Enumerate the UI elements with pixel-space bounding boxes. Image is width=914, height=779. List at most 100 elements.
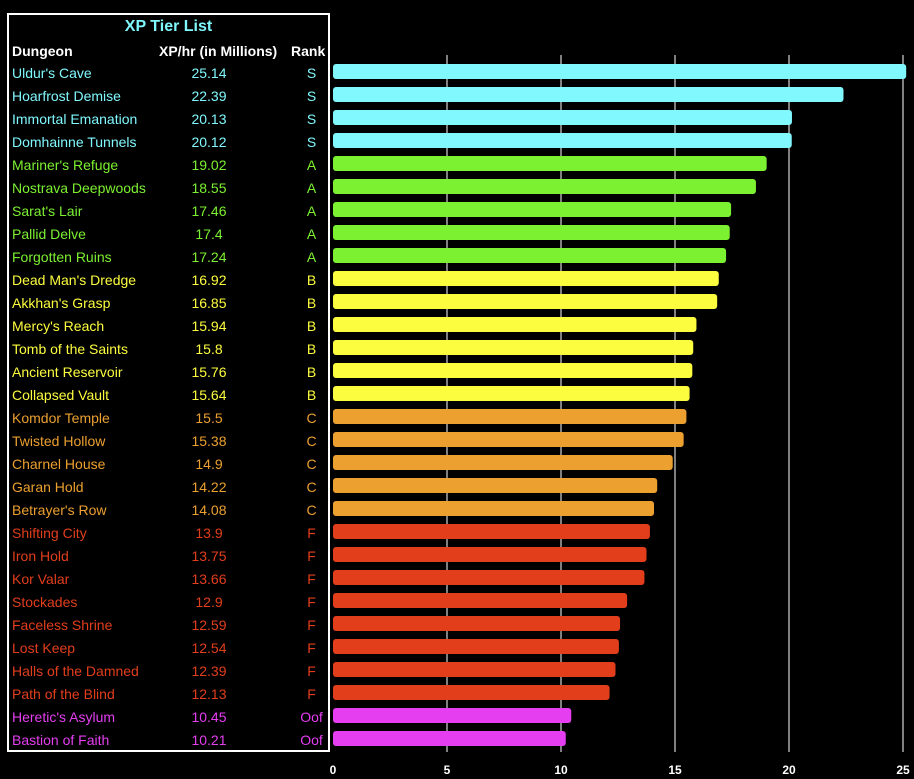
dungeon-name: Domhainne Tunnels — [12, 134, 137, 150]
bar — [333, 386, 690, 401]
rank-label: Oof — [300, 709, 323, 725]
table-row: Forgotten Ruins 17.24 A — [9, 247, 328, 270]
dungeon-name: Mariner's Refuge — [12, 157, 119, 173]
bar — [333, 87, 844, 102]
tier-table: XP Tier List Dungeon XP/hr (in Millions)… — [7, 13, 330, 752]
table-row: Stockades 12.9 F — [9, 592, 328, 615]
rank-label: B — [306, 364, 317, 380]
bar — [333, 156, 767, 171]
xp-value: 16.92 — [191, 272, 227, 288]
x-tick-label: 5 — [444, 763, 451, 777]
rank-label: F — [307, 548, 316, 564]
dungeon-name: Pallid Delve — [12, 226, 86, 242]
xp-value: 14.9 — [195, 456, 223, 472]
table-row: Hoarfrost Demise 22.39 S — [9, 86, 328, 109]
dungeon-name: Heretic's Asylum — [12, 709, 116, 725]
bar — [333, 432, 684, 447]
bar — [333, 455, 673, 470]
xp-value: 15.38 — [191, 433, 227, 449]
rank-label: C — [306, 502, 317, 518]
rank-label: C — [306, 456, 317, 472]
rank-label: F — [307, 640, 316, 656]
xp-value: 15.5 — [195, 410, 223, 426]
dungeon-name: Bastion of Faith — [12, 732, 110, 748]
bar — [333, 593, 628, 608]
dungeon-name: Faceless Shrine — [12, 617, 113, 633]
xp-value: 15.64 — [191, 387, 227, 403]
table-row: Kor Valar 13.66 F — [9, 569, 328, 592]
table-row: Sarat's Lair 17.46 A — [9, 201, 328, 224]
dungeon-name: Uldur's Cave — [12, 65, 92, 81]
rank-label: F — [307, 663, 316, 679]
bar — [333, 225, 730, 240]
table-row: Bastion of Faith 10.21 Oof — [9, 730, 328, 753]
xp-value: 17.4 — [195, 226, 223, 242]
table-row: Iron Hold 13.75 F — [9, 546, 328, 569]
rank-label: A — [306, 249, 317, 265]
table-row: Mariner's Refuge 19.02 A — [9, 155, 328, 178]
table-row: Halls of the Damned 12.39 F — [9, 661, 328, 684]
bar — [333, 248, 727, 263]
dungeon-name: Tomb of the Saints — [12, 341, 128, 357]
dungeon-name: Nostrava Deepwoods — [12, 180, 146, 196]
xp-value: 13.75 — [191, 548, 227, 564]
dungeon-name: Dead Man's Dredge — [12, 272, 137, 288]
table-row: Twisted Hollow 15.38 C — [9, 431, 328, 454]
rank-label: B — [306, 318, 317, 334]
table-row: Lost Keep 12.54 F — [9, 638, 328, 661]
rank-label: A — [306, 203, 317, 219]
xp-value: 12.13 — [191, 686, 227, 702]
rank-label: F — [307, 617, 316, 633]
dungeon-name: Stockades — [12, 594, 78, 610]
dungeon-name: Collapsed Vault — [12, 387, 110, 403]
rank-label: F — [307, 571, 316, 587]
rank-label: S — [306, 134, 317, 150]
rank-label: F — [307, 686, 316, 702]
bar — [333, 524, 650, 539]
bar — [333, 110, 792, 125]
dungeon-name: Iron Hold — [12, 548, 69, 564]
rank-label: C — [306, 410, 317, 426]
dungeon-name: Charnel House — [12, 456, 106, 472]
x-tick-label: 20 — [782, 763, 796, 777]
xp-value: 15.8 — [195, 341, 223, 357]
dungeon-name: Sarat's Lair — [12, 203, 83, 219]
xp-value: 15.94 — [191, 318, 227, 334]
table-row: Betrayer's Row 14.08 C — [9, 500, 328, 523]
table-row: Komdor Temple 15.5 C — [9, 408, 328, 431]
rank-label: S — [306, 88, 317, 104]
rank-label: B — [306, 341, 317, 357]
rank-label: A — [306, 157, 317, 173]
rank-label: B — [306, 272, 317, 288]
bar — [333, 179, 756, 194]
xp-value: 16.85 — [191, 295, 227, 311]
dungeon-name: Mercy's Reach — [12, 318, 105, 334]
x-tick-label: 10 — [554, 763, 568, 777]
dungeon-name: Path of the Blind — [12, 686, 115, 702]
bar — [333, 731, 566, 746]
dungeon-name: Twisted Hollow — [12, 433, 106, 449]
bar — [333, 294, 718, 309]
table-row: Mercy's Reach 15.94 B — [9, 316, 328, 339]
xp-value: 19.02 — [191, 157, 227, 173]
rank-label: B — [306, 387, 317, 403]
xp-value: 22.39 — [191, 88, 227, 104]
rank-label: F — [307, 525, 316, 541]
table-row: Ancient Reservoir 15.76 B — [9, 362, 328, 385]
table-row: Nostrava Deepwoods 18.55 A — [9, 178, 328, 201]
table-row: Akkhan's Grasp 16.85 B — [9, 293, 328, 316]
table-row: Uldur's Cave 25.14 S — [9, 63, 328, 86]
xp-value: 14.22 — [191, 479, 227, 495]
table-row: Tomb of the Saints 15.8 B — [9, 339, 328, 362]
bar — [333, 708, 572, 723]
xp-value: 15.76 — [191, 364, 227, 380]
table-row: Garan Hold 14.22 C — [9, 477, 328, 500]
chart-title: XP Tier List — [124, 18, 213, 35]
dungeon-name: Komdor Temple — [12, 410, 110, 426]
dungeon-name: Forgotten Ruins — [12, 249, 112, 265]
xp-value: 10.45 — [191, 709, 227, 725]
xp-value: 10.21 — [191, 732, 227, 748]
xp-value: 12.9 — [195, 594, 223, 610]
table-row: Charnel House 14.9 C — [9, 454, 328, 477]
dungeon-name: Betrayer's Row — [12, 502, 107, 518]
